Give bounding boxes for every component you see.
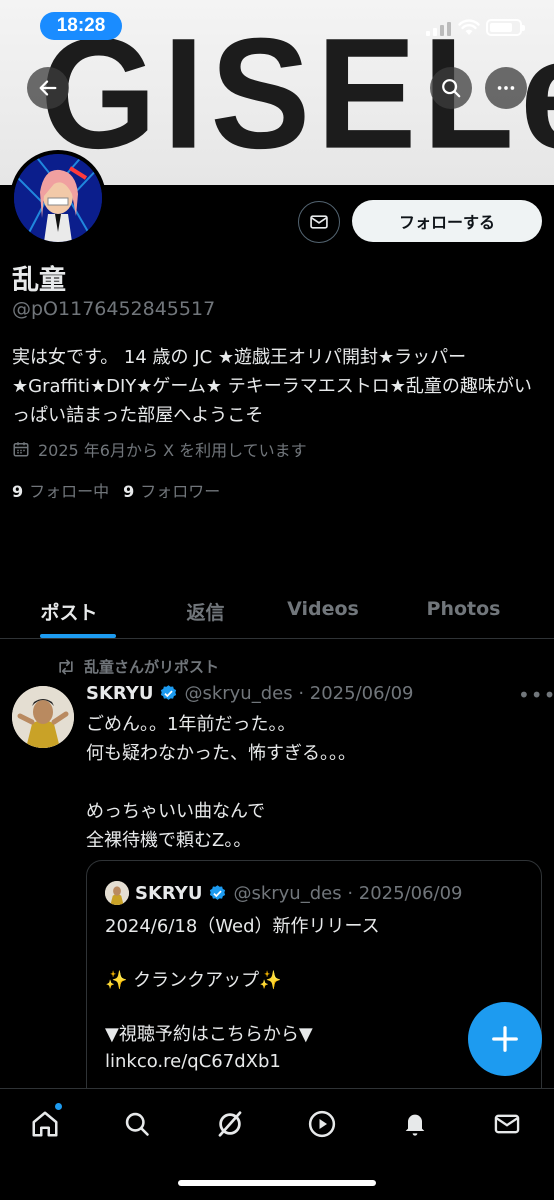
- followers-count: 9: [123, 482, 135, 501]
- follow-stats: 9 フォロー中 9 フォロワー: [12, 478, 220, 502]
- followers-label: フォロワー: [140, 482, 221, 501]
- quote-author-name: SKRYU: [135, 882, 203, 904]
- nav-messages[interactable]: [482, 1101, 532, 1147]
- nav-notifications[interactable]: [390, 1101, 440, 1147]
- arrow-left-icon: [39, 80, 57, 96]
- home-indicator[interactable]: [178, 1180, 376, 1186]
- post-more-icon[interactable]: •••: [518, 683, 554, 707]
- quote-header: SKRYU @skryu_des · 2025/06/09: [105, 881, 463, 905]
- message-button[interactable]: [298, 201, 340, 243]
- tab-videos[interactable]: Videos: [273, 584, 373, 638]
- profile-bio: 実は女です。 14 歳の JC ★遊戯王オリパ開封★ラッパー★Graffiti★…: [12, 347, 532, 426]
- more-button[interactable]: [485, 67, 527, 109]
- notification-dot: [55, 1103, 62, 1110]
- more-horizontal-icon: [497, 86, 515, 90]
- calendar-icon: [13, 442, 29, 457]
- search-button[interactable]: [430, 67, 472, 109]
- cellular-signal-icon: [426, 20, 452, 36]
- quoted-post[interactable]: SKRYU @skryu_des · 2025/06/09 2024/6/18（…: [86, 860, 542, 1120]
- tab-posts[interactable]: ポスト: [0, 584, 138, 638]
- play-circle-icon: [308, 1110, 336, 1138]
- profile-avatar[interactable]: [10, 150, 106, 246]
- nav-search[interactable]: [112, 1101, 162, 1147]
- home-icon: [32, 1111, 58, 1137]
- quote-avatar-image: [105, 881, 129, 905]
- mail-icon: [310, 215, 328, 229]
- quote-handle-date: @skryu_des · 2025/06/09: [233, 882, 463, 904]
- nav-grok[interactable]: [205, 1101, 255, 1147]
- tab-photos[interactable]: Photos: [373, 584, 554, 638]
- post-text: ごめん。。1年前だった。。 何も疑わなかった、怖すぎる。。。 めっちゃいい曲なん…: [86, 714, 356, 851]
- status-bar: 18:28: [0, 0, 554, 52]
- author-avatar-image: [12, 686, 74, 748]
- post-author-avatar[interactable]: [12, 686, 74, 748]
- post-handle-date: @skryu_des · 2025/06/09: [184, 683, 414, 704]
- follow-button[interactable]: フォローする: [352, 200, 542, 242]
- plus-icon: [492, 1026, 518, 1052]
- tab-replies[interactable]: 返信: [138, 584, 273, 638]
- following-link[interactable]: 9 フォロー中: [12, 478, 109, 502]
- search-icon: [442, 79, 461, 98]
- verified-badge-icon: [161, 685, 177, 700]
- profile-handle: @pO1176452845517: [12, 298, 216, 320]
- compose-button[interactable]: [468, 1002, 542, 1076]
- grok-icon: [218, 1111, 242, 1137]
- status-time: 18:28: [40, 12, 122, 40]
- following-count: 9: [12, 482, 24, 501]
- bell-icon: [405, 1114, 425, 1136]
- repost-icon: [59, 658, 73, 674]
- battery-icon: [486, 19, 525, 36]
- profile-name: 乱童: [12, 265, 66, 296]
- back-button[interactable]: [27, 67, 69, 109]
- joined-date: 2025 年6月から X を利用しています: [12, 437, 307, 461]
- wifi-icon: [458, 19, 480, 35]
- following-label: フォロー中: [29, 482, 110, 501]
- repost-indicator: 乱童さんがリポスト: [56, 656, 219, 677]
- nav-video[interactable]: [297, 1101, 347, 1147]
- profile-tabs: ポスト 返信 Videos Photos: [0, 584, 554, 639]
- avatar-image: [14, 154, 102, 242]
- joined-text: 2025 年6月から X を利用しています: [38, 441, 307, 460]
- post-author-name[interactable]: SKRYU: [86, 683, 153, 704]
- verified-badge-icon: [210, 884, 226, 900]
- repost-label: 乱童さんがリポスト: [84, 658, 220, 676]
- mail-icon: [494, 1114, 520, 1134]
- search-icon: [125, 1112, 149, 1136]
- post-header: SKRYU @skryu_des · 2025/06/09: [86, 683, 414, 704]
- followers-link[interactable]: 9 フォロワー: [123, 478, 220, 502]
- nav-home[interactable]: [20, 1101, 70, 1147]
- quote-author-avatar: [105, 881, 129, 905]
